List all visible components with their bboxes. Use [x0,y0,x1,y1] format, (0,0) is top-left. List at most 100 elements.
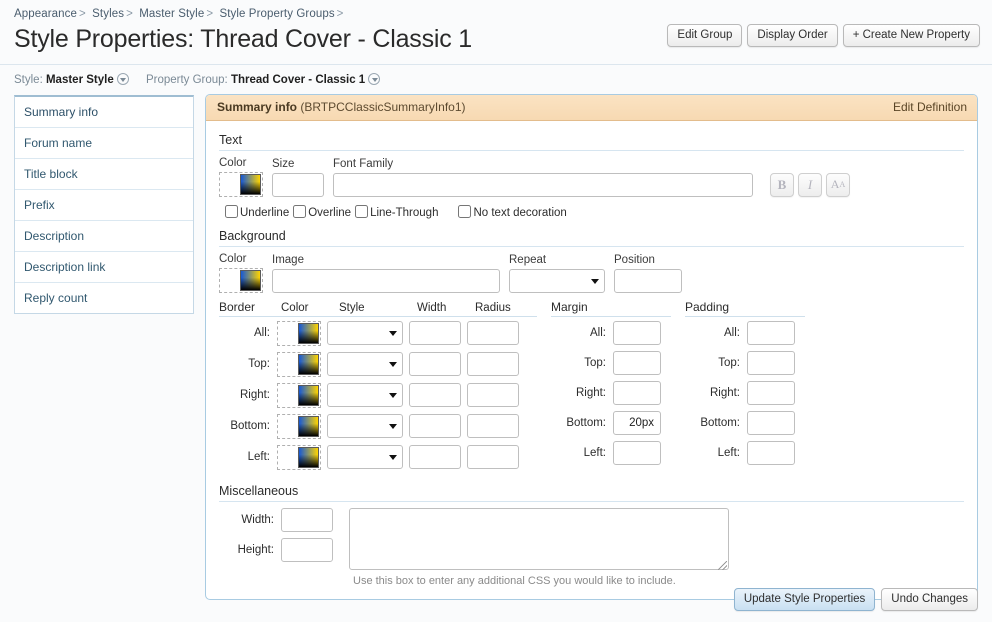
padding-input-all[interactable] [747,320,795,345]
background-color-picker[interactable] [219,267,263,293]
misc-width-input[interactable] [281,507,333,532]
text-transform-toggle-button[interactable]: AA [826,172,850,197]
italic-toggle-button[interactable]: I [798,172,822,197]
border-radius-input-top[interactable] [467,352,519,376]
margin-input-all[interactable] [613,320,661,345]
no-text-decoration-label: No text decoration [473,206,567,219]
underline-checkbox[interactable] [225,204,238,218]
create-new-property-button[interactable]: + Create New Property [842,24,980,47]
overline-checkbox-wrapper[interactable]: Overline [293,204,351,219]
margin-input-bottom[interactable] [613,410,661,435]
misc-width-label: Width: [241,513,274,526]
margin-input-right[interactable] [613,380,661,405]
border-color-picker-left[interactable] [277,444,321,470]
border-color-picker-bottom[interactable] [277,413,321,439]
undo-changes-button[interactable]: Undo Changes [881,588,978,611]
update-style-properties-button[interactable]: Update Style Properties [733,588,876,611]
line-through-checkbox-wrapper[interactable]: Line-Through [355,204,438,219]
edit-group-button[interactable]: Edit Group [667,24,743,47]
border-radius-input-all[interactable] [467,321,519,345]
border-row-bottom: Bottom: [219,413,537,439]
border-style-select-top[interactable] [327,352,403,376]
selector-bar: Style: Master Style Property Group: Thre… [0,65,992,94]
sidebar-item-summary-info[interactable]: Summary info [15,96,193,128]
border-width-input-bottom[interactable] [409,414,461,438]
breadcrumb-item-master-style[interactable]: Master Style [139,8,204,20]
property-group-selector-value[interactable]: Thread Cover - Classic 1 [231,74,365,86]
text-color-picker[interactable] [219,171,263,197]
border-width-input-top[interactable] [409,352,461,376]
sidebar-item-description-link[interactable]: Description link [15,251,193,283]
display-order-button[interactable]: Display Order [747,24,838,47]
margin-column-header: Margin [551,300,671,314]
padding-input-right[interactable] [747,380,795,405]
sidebar-item-title-block[interactable]: Title block [15,158,193,190]
breadcrumb-separator: > [126,8,133,20]
sidebar-item-reply-count[interactable]: Reply count [15,282,193,313]
custom-css-textarea-wrapper [349,507,729,573]
sidebar-item-forum-name[interactable]: Forum name [15,127,193,159]
border-width-input-left[interactable] [409,445,461,469]
text-size-label: Size [272,157,295,170]
border-style-select-left[interactable] [327,445,403,469]
margin-input-top[interactable] [613,350,661,375]
border-radius-input-bottom[interactable] [467,414,519,438]
text-size-field: Size [272,158,324,197]
edit-definition-link[interactable]: Edit Definition [893,100,967,114]
line-through-checkbox[interactable] [355,204,369,218]
border-color-picker-all[interactable] [277,320,321,346]
breadcrumb-separator: > [336,8,344,20]
misc-height-input[interactable] [281,537,333,562]
border-width-input-right[interactable] [409,383,461,407]
margin-row-label-all: All: [590,326,606,339]
overline-checkbox[interactable] [293,204,307,218]
text-section-title: Text [219,132,242,147]
color-swatch-icon [298,384,319,406]
border-radius-input-left[interactable] [467,445,519,469]
margin-input-left[interactable] [613,440,661,465]
background-position-input[interactable] [614,268,682,293]
background-repeat-select[interactable] [509,268,605,293]
font-family-input[interactable] [333,172,753,197]
padding-input-left[interactable] [747,440,795,465]
border-radius-input-right[interactable] [467,383,519,407]
border-style-select-all[interactable] [327,321,403,345]
bold-toggle-button[interactable]: B [770,172,794,197]
sidebar-item-prefix[interactable]: Prefix [15,189,193,221]
style-selector-value[interactable]: Master Style [46,74,114,86]
no-text-decoration-checkbox-wrapper[interactable]: No text decoration [458,204,567,219]
border-color-picker-right[interactable] [277,382,321,408]
background-color-field: Color [219,253,263,293]
background-color-label: Color [219,252,247,265]
border-column-headers: Border Color Style Width Radius [219,300,537,314]
margin-row-label-top: Top: [584,356,606,369]
chevron-down-icon[interactable] [368,72,381,85]
border-color-picker-top[interactable] [277,351,321,377]
padding-column-header: Padding [685,300,805,314]
footer-button-group: Update Style Properties Undo Changes [733,588,978,611]
padding-input-top[interactable] [747,350,795,375]
custom-css-textarea[interactable] [349,507,729,570]
chevron-down-icon[interactable] [116,72,129,85]
misc-height-label: Height: [237,543,274,556]
background-repeat-field: Repeat [509,254,605,293]
padding-input-bottom[interactable] [747,410,795,435]
sidebar-item-description[interactable]: Description [15,220,193,252]
background-image-input[interactable] [272,268,500,293]
breadcrumb-item-appearance[interactable]: Appearance [14,8,77,20]
page-body: Summary info Forum name Title block Pref… [0,93,992,600]
breadcrumb-item-style-property-groups[interactable]: Style Property Groups [219,8,334,20]
panel-title-text: Summary info [217,99,298,114]
breadcrumb-item-styles[interactable]: Styles [92,8,124,20]
underline-checkbox-wrapper[interactable]: Underline [225,204,289,219]
background-section-title: Background [219,228,286,243]
border-style-select-bottom[interactable] [327,414,403,438]
color-swatch-icon [240,173,261,195]
no-text-decoration-checkbox[interactable] [458,204,472,218]
color-swatch-icon [298,322,319,344]
border-width-input-all[interactable] [409,321,461,345]
text-decoration-checkbox-row: Underline Overline Line-Through No text … [225,204,964,219]
border-style-select-right[interactable] [327,383,403,407]
text-size-input[interactable] [272,172,324,197]
border-width-header: Width [417,301,447,314]
